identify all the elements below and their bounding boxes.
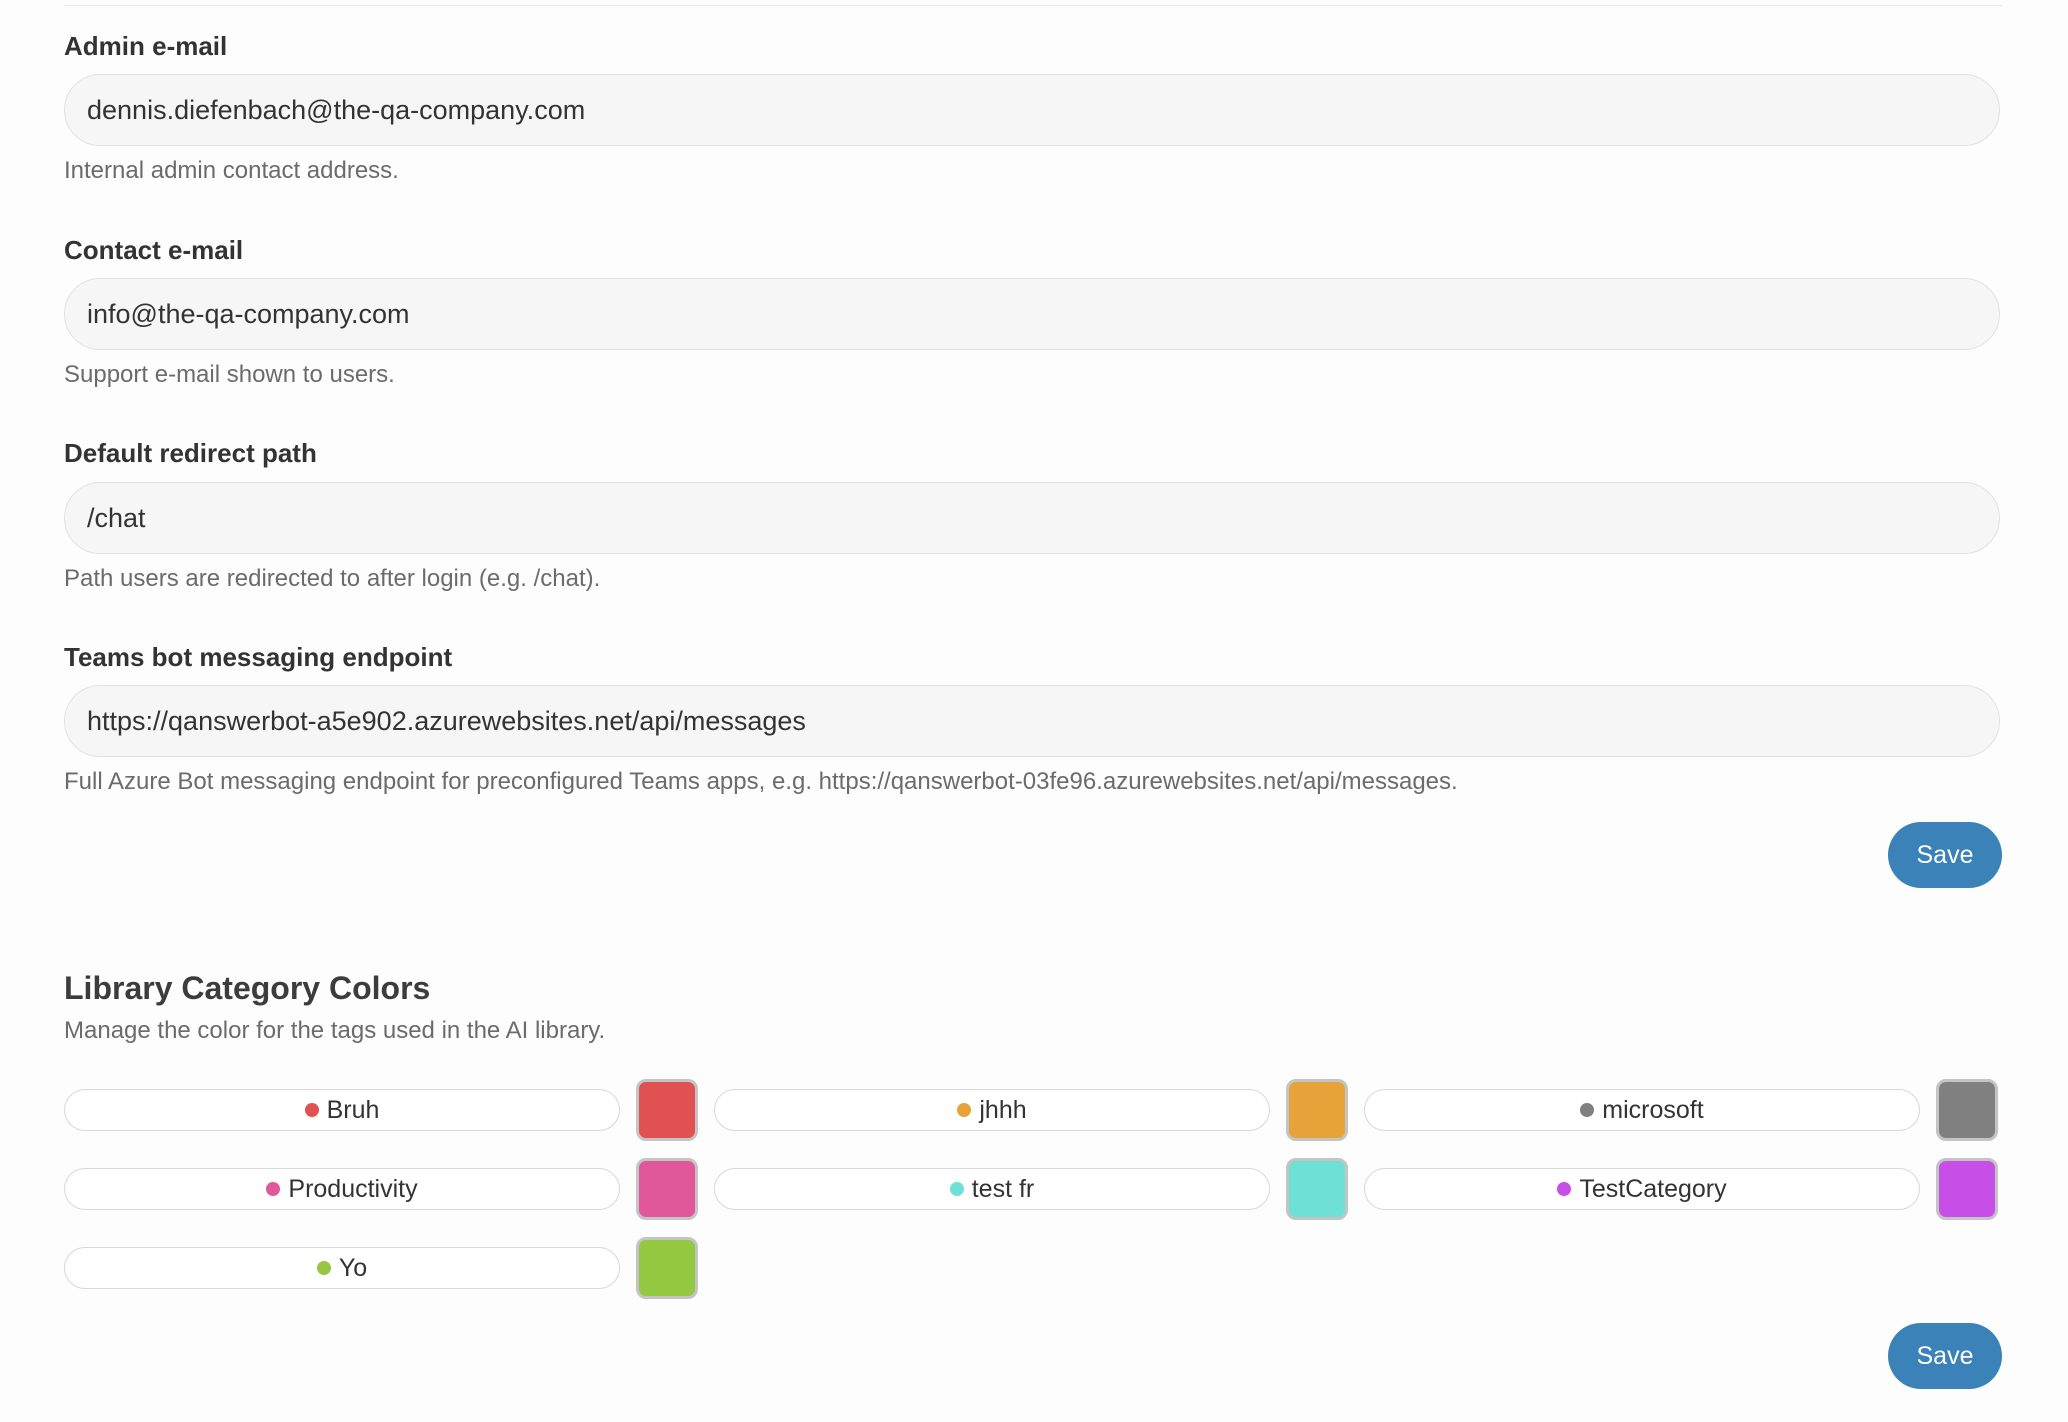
tag-color-row: Productivity <box>64 1158 714 1224</box>
tag-name: Yo <box>338 1253 368 1282</box>
contact-email-input[interactable] <box>64 278 2000 350</box>
tag-name: Bruh <box>326 1095 380 1124</box>
library-save-button[interactable]: Save <box>1888 1323 2002 1389</box>
contact-email-help: Support e-mail shown to users. <box>64 361 395 388</box>
teams-endpoint-input[interactable] <box>64 685 2000 757</box>
settings-page: Admin e-mail Internal admin contact addr… <box>0 0 2068 1422</box>
admin-email-input[interactable] <box>64 74 2000 146</box>
color-picker-swatch[interactable] <box>1286 1079 1348 1141</box>
tag-name: TestCategory <box>1579 1174 1727 1203</box>
tag-color-row: test fr <box>714 1158 1364 1224</box>
redirect-path-input[interactable] <box>64 482 2000 554</box>
tag-pill: jhhh <box>714 1089 1270 1131</box>
tag-color-row: jhhh <box>714 1079 1364 1145</box>
color-picker-swatch[interactable] <box>636 1079 698 1141</box>
color-picker-swatch[interactable] <box>636 1158 698 1220</box>
color-picker-swatch[interactable] <box>1936 1158 1998 1220</box>
top-divider <box>64 5 2002 6</box>
color-picker-swatch[interactable] <box>1286 1158 1348 1220</box>
teams-endpoint-help: Full Azure Bot messaging endpoint for pr… <box>64 768 1458 795</box>
settings-save-button[interactable]: Save <box>1888 822 2002 888</box>
tag-color-dot <box>316 1261 331 1275</box>
admin-email-label: Admin e-mail <box>64 31 228 61</box>
tag-color-dot <box>949 1182 964 1196</box>
library-colors-description: Manage the color for the tags used in th… <box>64 1017 606 1044</box>
tag-name: Productivity <box>288 1174 418 1203</box>
color-picker-swatch[interactable] <box>1936 1079 1998 1141</box>
tag-name: test fr <box>971 1174 1035 1203</box>
redirect-path-label: Default redirect path <box>64 438 317 468</box>
tag-color-dot <box>304 1103 319 1117</box>
tag-color-row: Bruh <box>64 1079 714 1145</box>
tag-pill: Bruh <box>64 1089 620 1131</box>
tag-pill: Productivity <box>64 1168 620 1210</box>
library-colors-title: Library Category Colors <box>64 970 431 1006</box>
tag-pill: TestCategory <box>1364 1168 1920 1210</box>
tag-name: jhhh <box>979 1095 1027 1124</box>
tag-color-row: microsoft <box>1364 1079 2014 1145</box>
tag-color-dot <box>1557 1182 1572 1196</box>
tag-color-dot <box>1580 1103 1595 1117</box>
redirect-path-help: Path users are redirected to after login… <box>64 565 601 592</box>
tag-color-dot <box>957 1103 972 1117</box>
tag-color-row: Yo <box>64 1237 714 1303</box>
tag-pill: microsoft <box>1364 1089 1920 1131</box>
teams-endpoint-label: Teams bot messaging endpoint <box>64 642 453 672</box>
admin-email-help: Internal admin contact address. <box>64 157 399 184</box>
tag-color-row: TestCategory <box>1364 1158 2014 1224</box>
color-picker-swatch[interactable] <box>636 1237 698 1299</box>
tag-color-dot <box>266 1182 281 1196</box>
contact-email-label: Contact e-mail <box>64 235 244 265</box>
tag-name: microsoft <box>1602 1095 1704 1124</box>
tag-pill: Yo <box>64 1247 620 1289</box>
tag-pill: test fr <box>714 1168 1270 1210</box>
